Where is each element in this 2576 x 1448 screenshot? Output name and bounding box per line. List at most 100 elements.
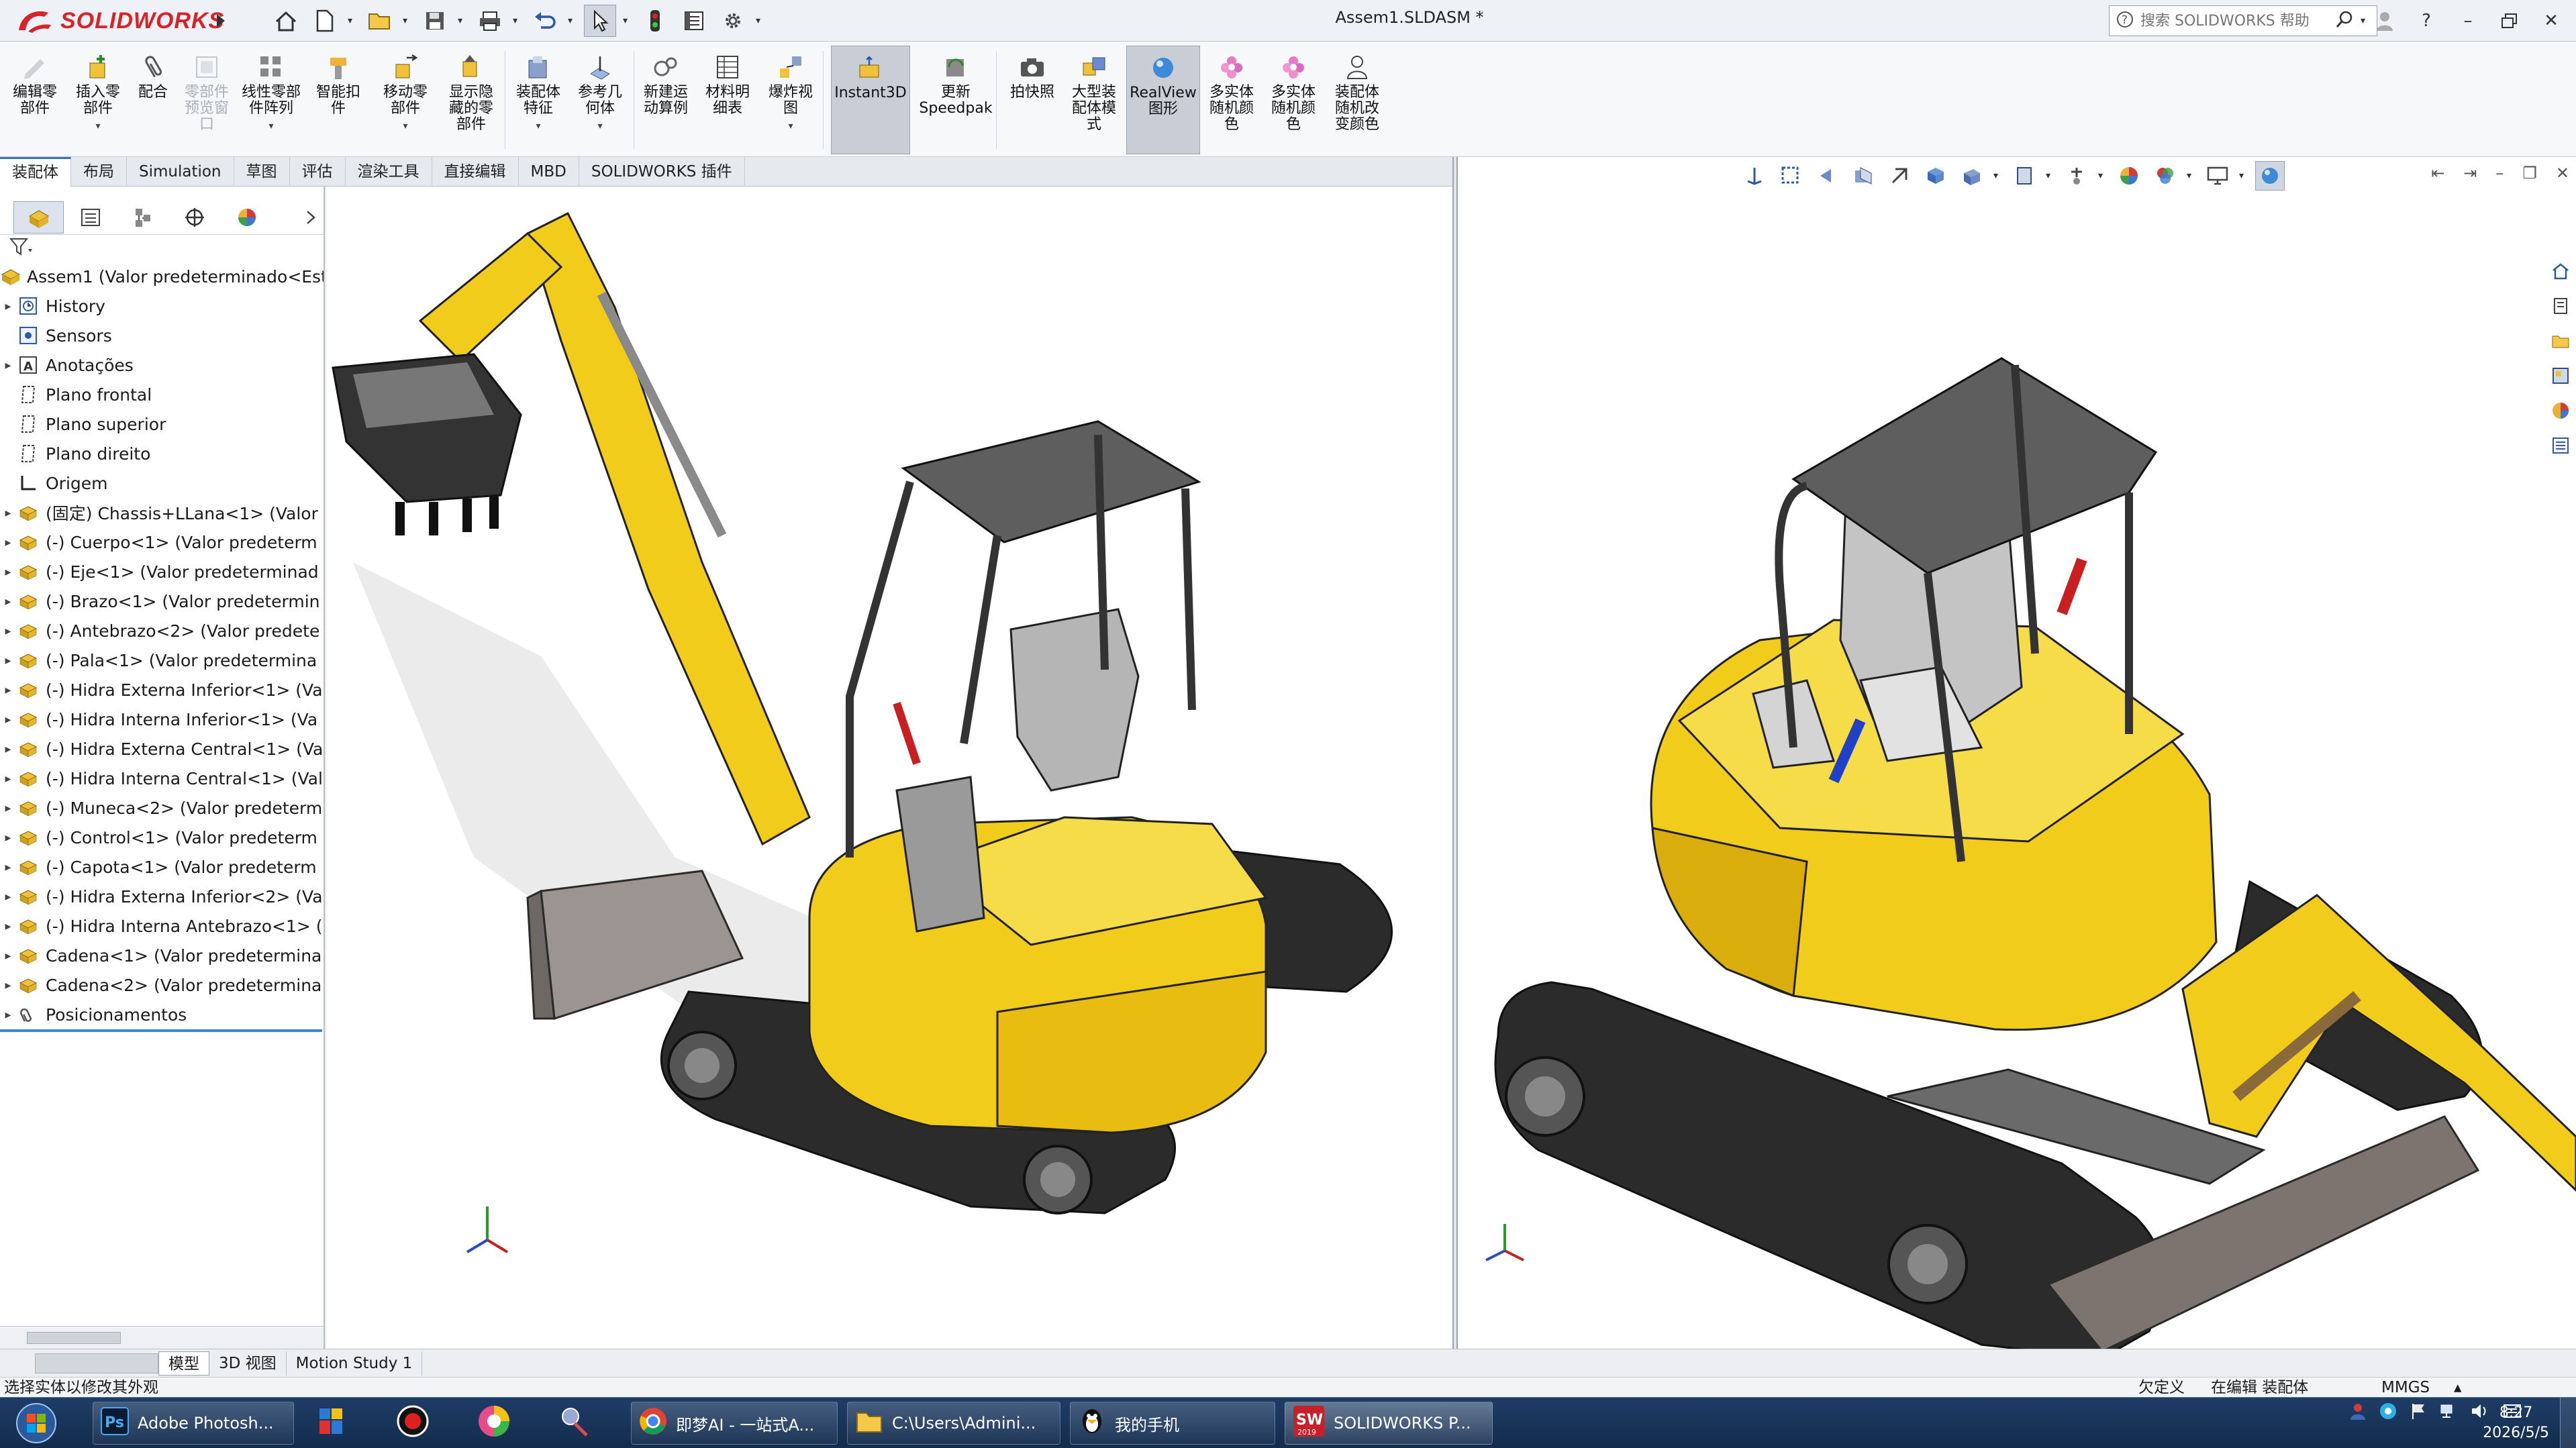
tree-node[interactable]: ▸ (-) Hidra Interna Central<1> (Val (0, 764, 324, 793)
cmd-component-preview[interactable]: 零部件 预览窗 口 (177, 46, 236, 154)
tree-node[interactable]: ▸ (-) Hidra Externa Inferior<1> (Va (0, 675, 324, 705)
cmd-reference-geometry[interactable]: 参考几 何体 ▾ (569, 46, 631, 154)
cmd-take-snapshot[interactable]: 拍快照 (1001, 46, 1063, 154)
tab-simulation[interactable]: Simulation (127, 157, 234, 187)
select-icon[interactable] (584, 5, 616, 37)
taskbar-solidworks[interactable]: SW 2019 SOLIDWORKS P... (1285, 1402, 1493, 1445)
tree-node[interactable]: ▸ A Anotações (0, 350, 324, 380)
graphics-viewport-right[interactable]: ▾ ▾ ▾ ▾ ▾ ⇤ ⇥ – ❐ ✕ (1458, 157, 2576, 1349)
expand-arrow-icon[interactable]: ▸ (0, 506, 16, 520)
features-dropdown-icon[interactable]: ▾ (536, 118, 540, 134)
tab-mbd[interactable]: MBD (519, 157, 579, 187)
save-dropdown-icon[interactable]: ▾ (458, 15, 467, 26)
tab-3d-views[interactable]: 3D 视图 (209, 1351, 287, 1376)
panel-more-arrow-icon[interactable] (297, 201, 324, 234)
cmd-new-motion-study[interactable]: 新建运 动算例 (636, 46, 695, 154)
tab-assembly[interactable]: 装配体 (0, 157, 71, 187)
explode-dropdown-icon[interactable]: ▾ (788, 118, 793, 134)
taskbar-recorder[interactable] (389, 1402, 443, 1445)
tray-network-icon[interactable] (2439, 1402, 2458, 1423)
home-icon[interactable] (270, 5, 302, 37)
expand-arrow-icon[interactable]: ▸ (0, 949, 16, 963)
print-dropdown-icon[interactable]: ▾ (513, 15, 522, 26)
file-properties-icon[interactable] (678, 5, 710, 37)
tree-node[interactable]: Plano frontal (0, 380, 324, 409)
tree-node[interactable]: Plano superior (0, 409, 324, 439)
cmd-show-hidden[interactable]: 显示隐 藏的零 部件 (440, 46, 502, 154)
cmd-exploded-view[interactable]: 爆炸视 图 ▾ (761, 46, 820, 154)
excavator-model-view-1[interactable] (326, 187, 1452, 1349)
tree-node[interactable]: ▸ (-) Capota<1> (Valor predeterm (0, 852, 324, 882)
help-menu-icon[interactable]: ? (2414, 8, 2439, 34)
display-manager-tab-icon[interactable] (221, 201, 272, 234)
taskbar-chrome[interactable]: 即梦AI - 一站式A... (631, 1402, 838, 1445)
expand-arrow-icon[interactable]: ▸ (0, 772, 16, 786)
tree-node[interactable]: ▸ Cadena<2> (Valor predetermina (0, 970, 324, 1000)
expand-arrow-icon[interactable]: ▸ (0, 919, 16, 933)
expand-arrow-icon[interactable]: ▸ (0, 742, 16, 756)
viewport-splitter[interactable] (1452, 157, 1458, 1349)
tree-node[interactable]: Sensors (0, 321, 324, 350)
rebuild-icon[interactable] (639, 5, 671, 37)
tree-node[interactable]: ▸ (-) Muneca<2> (Valor predeterm (0, 793, 324, 823)
design-library-icon[interactable] (2546, 293, 2575, 319)
expand-arrow-icon[interactable]: ▸ (0, 713, 16, 727)
tree-node[interactable]: ▸ (-) Cuerpo<1> (Valor predeterm (0, 527, 324, 557)
filter-funnel-icon[interactable] (9, 237, 34, 260)
cmd-smart-fasteners[interactable]: 智能扣 件 (311, 46, 365, 154)
view-palette-icon[interactable] (2546, 362, 2575, 389)
taskbar-explorer[interactable]: C:\Users\Admini... (847, 1402, 1060, 1445)
cmd-move-component[interactable]: 移动零 部件 ▾ (376, 46, 435, 154)
file-explorer-icon[interactable] (2546, 327, 2575, 354)
new-dropdown-icon[interactable]: ▾ (348, 15, 357, 26)
custom-properties-icon[interactable] (2546, 432, 2575, 459)
tree-node[interactable]: ▸ (固定) Chassis+LLana<1> (Valor (0, 498, 324, 527)
start-button-icon[interactable] (9, 1400, 63, 1446)
tree-node[interactable]: ▸ (-) Hidra Interna Inferior<1> (Va (0, 705, 324, 734)
new-document-icon[interactable] (309, 5, 341, 37)
tray-user-icon[interactable] (2349, 1402, 2367, 1423)
search-dropdown-icon[interactable]: ▾ (2361, 15, 2370, 26)
cmd-random-color-1[interactable]: 多实体 随机颜 色 (1201, 46, 1262, 154)
tab-layout[interactable]: 布局 (71, 157, 127, 187)
dimxpert-tab-icon[interactable] (169, 201, 219, 234)
taskbar-photoshop[interactable]: Ps Adobe Photosh... (93, 1402, 294, 1445)
tab-render-tools[interactable]: 渲染工具 (346, 157, 432, 187)
tree-node[interactable]: ▸ (-) Eje<1> (Valor predeterminad (0, 557, 324, 586)
cmd-update-speedpak[interactable]: 更新 Speedpak (918, 46, 993, 154)
menu-expand-icon[interactable] (209, 5, 232, 36)
help-search-box[interactable]: ? ▾ (2109, 5, 2377, 36)
tree-node[interactable]: ▸ (-) Antebrazo<2> (Valor predete (0, 616, 324, 645)
expand-arrow-icon[interactable]: ▸ (0, 299, 16, 313)
panel-horizontal-scrollbar[interactable] (0, 1326, 324, 1349)
pattern-dropdown-icon[interactable]: ▾ (268, 118, 273, 134)
tree-root[interactable]: Assem1 (Valor predeterminado<Est (0, 262, 324, 291)
tree-node[interactable]: Origem (0, 468, 324, 498)
expand-arrow-icon[interactable]: ▸ (0, 683, 16, 697)
tray-network-tool-icon[interactable] (2379, 1402, 2397, 1423)
expand-arrow-icon[interactable]: ▸ (0, 890, 16, 904)
options-gear-icon[interactable] (717, 5, 749, 37)
expand-arrow-icon[interactable]: ▸ (0, 978, 16, 992)
move-dropdown-icon[interactable]: ▾ (403, 118, 407, 134)
taskbar-feather-tool[interactable] (550, 1402, 604, 1445)
system-clock[interactable]: 8:27 2026/5/5 (2483, 1403, 2549, 1443)
reference-dropdown-icon[interactable]: ▾ (597, 118, 602, 134)
restore-icon[interactable] (2497, 8, 2522, 34)
expand-arrow-icon[interactable]: ▸ (0, 624, 16, 638)
expand-arrow-icon[interactable]: ▸ (0, 860, 16, 874)
show-desktop-button[interactable] (2560, 1398, 2576, 1448)
taskbar-my-phone[interactable]: 我的手机 (1070, 1402, 1275, 1445)
tab-direct-editing[interactable]: 直接编辑 (432, 157, 519, 187)
expand-arrow-icon[interactable]: ▸ (0, 594, 16, 609)
cmd-bill-of-materials[interactable]: 材料明 细表 (698, 46, 757, 154)
minimize-icon[interactable]: – (2455, 8, 2481, 34)
tray-flag-icon[interactable] (2410, 1402, 2427, 1423)
tree-node[interactable]: ▸ (-) Brazo<1> (Valor predetermin (0, 586, 324, 616)
print-icon[interactable] (474, 5, 506, 37)
configuration-manager-tab-icon[interactable] (117, 201, 168, 234)
open-icon[interactable] (364, 5, 396, 37)
property-manager-tab-icon[interactable] (65, 201, 115, 234)
options-dropdown-icon[interactable]: ▾ (756, 15, 765, 26)
excavator-model-view-2[interactable] (1458, 157, 2576, 1349)
